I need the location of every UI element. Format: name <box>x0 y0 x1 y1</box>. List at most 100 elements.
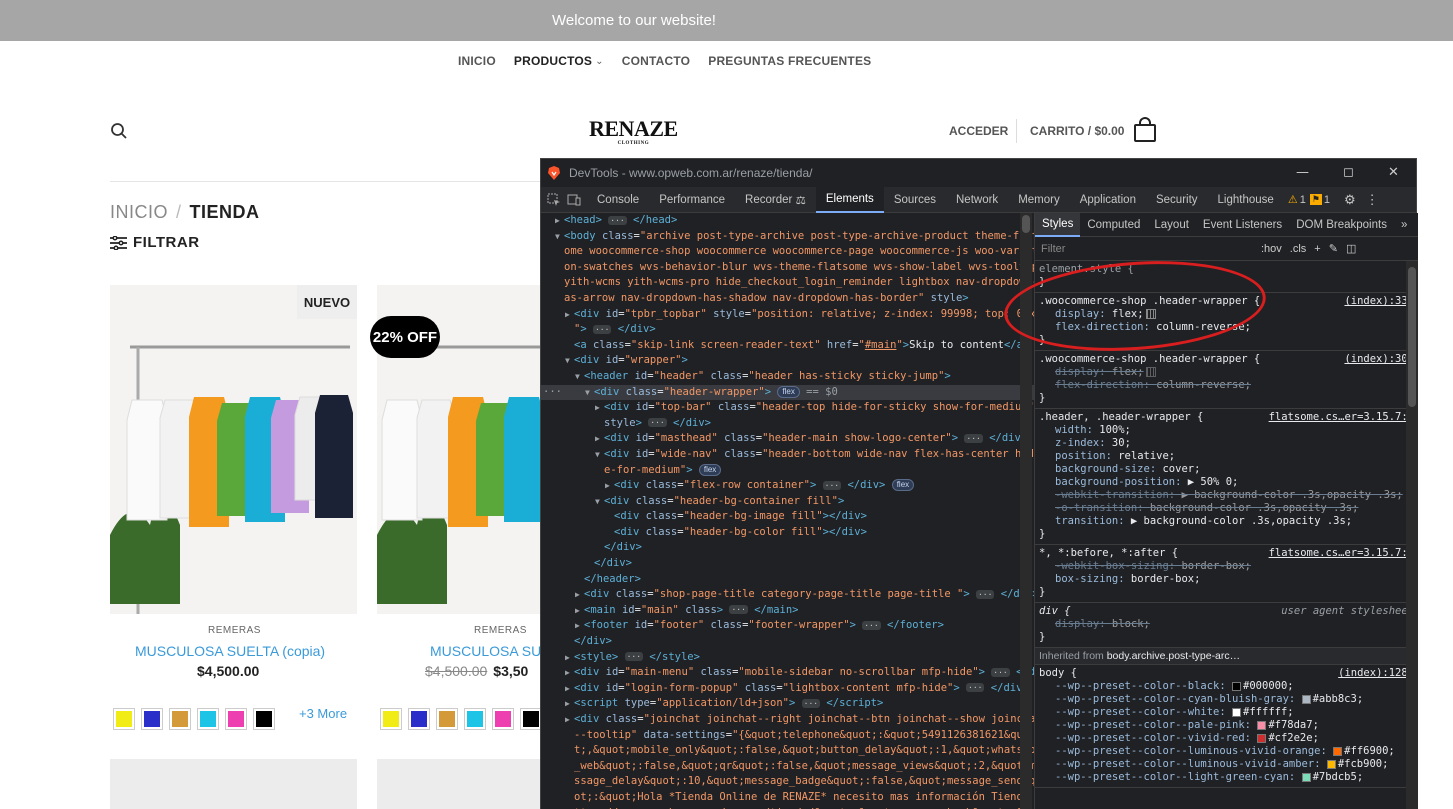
expand-triangle-icon[interactable]: ▶ <box>565 696 574 712</box>
color-swatch[interactable] <box>520 708 542 730</box>
dom-node-line[interactable]: e-for-medium"> flex <box>541 463 1034 479</box>
color-swatch[interactable] <box>380 708 402 730</box>
cart-link[interactable]: CARRITO / $0.00 <box>1030 124 1124 138</box>
expand-triangle-icon[interactable]: ▶ <box>595 400 604 416</box>
expand-triangle-icon[interactable]: ▼ <box>555 229 564 245</box>
subtab-layout[interactable]: Layout <box>1147 213 1196 237</box>
dom-node-line[interactable]: ▶ <div id="main-menu" class="mobile-sideb… <box>541 665 1034 681</box>
dom-node-line[interactable]: ▼ <div id="wide-nav" class="header-bottom… <box>541 447 1034 463</box>
class-toggle[interactable]: .cls <box>1290 243 1307 255</box>
dom-node-line[interactable]: ▶ <div id="login-form-popup" class="light… <box>541 681 1034 697</box>
dom-node-line[interactable]: ▶ <div id="masthead" class="header-main s… <box>541 431 1034 447</box>
dom-node-line[interactable]: ▶ <div class="joinchat joinchat--right jo… <box>541 712 1034 728</box>
expand-triangle-icon[interactable]: ▶ <box>575 603 584 619</box>
dom-node-line[interactable]: ▶ <div id="tpbr_topbar" style="position: … <box>541 307 1034 323</box>
paint-icon[interactable]: ✎ <box>1329 242 1338 255</box>
dom-node-line[interactable]: ▶ <div class="shop-page-title category-pa… <box>541 587 1034 603</box>
color-swatch[interactable] <box>141 708 163 730</box>
subtab-dom-breakpoints[interactable]: DOM Breakpoints <box>1289 213 1394 237</box>
css-rule[interactable]: .header, .header-wrapper {flatsome.cs…er… <box>1035 409 1418 545</box>
color-swatch[interactable] <box>253 708 275 730</box>
tab-memory[interactable]: Memory <box>1008 187 1070 213</box>
dom-node-line[interactable]: </header> <box>541 572 1034 588</box>
color-swatch[interactable] <box>225 708 247 730</box>
expand-triangle-icon[interactable]: ▶ <box>575 618 584 634</box>
subtab-event-listeners[interactable]: Event Listeners <box>1196 213 1289 237</box>
tab-network[interactable]: Network <box>946 187 1008 213</box>
search-icon[interactable] <box>110 122 128 140</box>
nav-faq[interactable]: PREGUNTAS FRECUENTES <box>708 54 871 68</box>
dom-node-line[interactable]: </div> <box>541 634 1034 650</box>
product-image[interactable] <box>377 759 540 809</box>
dom-node-line[interactable]: ▶ <script type="application/ld+json"> ···… <box>541 696 1034 712</box>
site-logo[interactable]: RENAZE CLOTHING <box>589 116 678 146</box>
dom-node-line[interactable]: --tooltip" data-settings="{&quot;telepho… <box>541 728 1034 744</box>
color-swatch[interactable] <box>169 708 191 730</box>
nav-inicio[interactable]: INICIO <box>458 54 496 68</box>
expand-triangle-icon[interactable]: ▼ <box>585 385 594 401</box>
dom-node-line[interactable]: yith-wcms yith-wcms-pro hide_checkout_lo… <box>541 275 1034 291</box>
dom-node-line[interactable]: ▶ <style> ··· </style> <box>541 650 1034 666</box>
dom-node-line[interactable]: ttps://www.opweb.com.ar/renaze/tienda/&q… <box>541 806 1034 809</box>
expand-triangle-icon[interactable]: ▼ <box>575 369 584 385</box>
css-rule[interactable]: .woocommerce-shop .header-wrapper {(inde… <box>1035 351 1418 409</box>
dom-node-line[interactable]: "> ··· </div> <box>541 322 1034 338</box>
expand-triangle-icon[interactable]: ▶ <box>595 431 604 447</box>
css-rule[interactable]: element.style {} <box>1035 261 1418 293</box>
dom-node-line[interactable]: </div> <box>541 556 1034 572</box>
dom-node-line[interactable]: ▶ <head> ··· </head> <box>541 213 1034 229</box>
dom-node-line[interactable]: on-swatches wvs-behavior-blur wvs-theme-… <box>541 260 1034 276</box>
breadcrumb-home[interactable]: INICIO <box>110 202 168 222</box>
dom-node-line[interactable]: as-arrow nav-dropdown-has-shadow nav-dro… <box>541 291 1034 307</box>
dom-node-line[interactable]: ▼ <div class="header-bg-container fill"> <box>541 494 1034 510</box>
dom-node-line[interactable]: ot;:&quot;Hola *Tienda Online de RENAZE*… <box>541 790 1034 806</box>
close-icon[interactable]: ✕ <box>1388 165 1399 180</box>
more-colors-link[interactable]: +3 More <box>299 706 347 721</box>
expand-triangle-icon[interactable]: ▶ <box>565 681 574 697</box>
expand-triangle-icon[interactable]: ▶ <box>605 478 614 494</box>
nav-contacto[interactable]: CONTACTO <box>622 54 691 68</box>
styles-filter-input[interactable]: Filter <box>1041 243 1253 255</box>
expand-triangle-icon[interactable]: ▶ <box>565 307 574 323</box>
expand-triangle-icon[interactable]: ▼ <box>565 353 574 369</box>
tab-performance[interactable]: Performance <box>649 187 735 213</box>
expand-triangle-icon[interactable]: ▼ <box>595 494 604 510</box>
expand-triangle-icon[interactable]: ▶ <box>565 650 574 666</box>
tab-sources[interactable]: Sources <box>884 187 946 213</box>
styles-scrollbar[interactable] <box>1406 261 1418 809</box>
color-swatch[interactable] <box>197 708 219 730</box>
color-swatch[interactable] <box>492 708 514 730</box>
dom-node-line[interactable]: t;,&quot;mobile_only&quot;:false,&quot;b… <box>541 743 1034 759</box>
dom-node-line[interactable]: ▶ <main id="main" class> ··· </main> <box>541 603 1034 619</box>
hover-state-toggle[interactable]: :hov <box>1261 243 1282 255</box>
dom-node-line[interactable]: <div class="header-bg-image fill"></div> <box>541 509 1034 525</box>
dom-node-line[interactable]: ▶ <div id="top-bar" class="header-top hid… <box>541 400 1034 416</box>
login-link[interactable]: ACCEDER <box>949 124 1008 138</box>
subtab-computed[interactable]: Computed <box>1080 213 1147 237</box>
filter-button[interactable]: FILTRAR <box>110 234 200 251</box>
inspect-element-icon[interactable] <box>547 193 561 207</box>
gear-icon[interactable]: ⚙ <box>1344 192 1356 208</box>
product-name[interactable]: MUSCULOSA SUELTA (copia) <box>135 643 325 659</box>
product-category[interactable]: REMERAS <box>208 625 261 636</box>
tab-recorder[interactable]: Recorder ⚖ <box>735 187 816 213</box>
kebab-menu-icon[interactable]: ⋮ <box>1366 192 1379 208</box>
tab-elements[interactable]: Elements <box>815 186 884 213</box>
color-swatch[interactable] <box>408 708 430 730</box>
dom-node-line[interactable]: ▼ <body class="archive post-type-archive … <box>541 229 1034 245</box>
issues-counter[interactable]: ⚑ 1 <box>1309 194 1330 206</box>
expand-triangle-icon[interactable]: ▶ <box>565 665 574 681</box>
dom-node-line[interactable]: style> ··· </div> <box>541 416 1034 432</box>
device-toolbar-icon[interactable] <box>567 193 581 207</box>
dom-node-line[interactable]: ▼ <div id="wrapper"> <box>541 353 1034 369</box>
product-image[interactable] <box>110 285 357 614</box>
dom-node-line[interactable]: <a class="skip-link screen-reader-text" … <box>541 338 1034 354</box>
dom-node-line[interactable]: ▶ <footer id="footer" class="footer-wrapp… <box>541 618 1034 634</box>
shopping-bag-icon[interactable] <box>1133 117 1157 143</box>
expand-triangle-icon[interactable]: ▶ <box>565 712 574 728</box>
dom-node-line[interactable]: ▼ <header id="header" class="header has-s… <box>541 369 1034 385</box>
dom-node-line[interactable]: <div class="header-bg-color fill"></div> <box>541 525 1034 541</box>
subtab-styles[interactable]: Styles <box>1035 213 1081 237</box>
expand-triangle-icon[interactable]: ▶ <box>555 213 564 229</box>
expand-triangle-icon[interactable]: ▼ <box>595 447 604 463</box>
